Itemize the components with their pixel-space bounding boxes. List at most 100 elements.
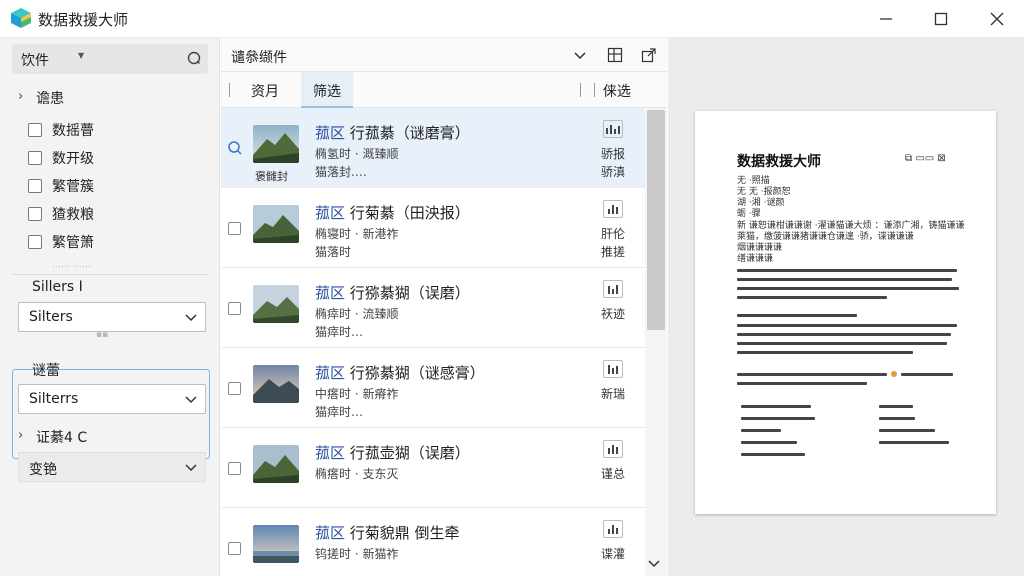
- item-tag: 菰区: [315, 524, 346, 542]
- close-button[interactable]: [977, 6, 1017, 32]
- item-meta: 椭瘁时 · 流臻顺: [315, 307, 399, 321]
- search-icon[interactable]: [186, 50, 202, 66]
- export-icon: [641, 48, 656, 63]
- maximize-icon: [934, 12, 948, 26]
- item-meta-2: 猫瘁时…: [315, 325, 364, 339]
- list-placeholder-line: [741, 453, 805, 456]
- row-checkbox[interactable]: [228, 542, 241, 555]
- bar-chart-icon[interactable]: [603, 280, 623, 298]
- collapse-button[interactable]: [570, 45, 590, 65]
- bar-chart-icon[interactable]: [603, 200, 623, 218]
- tab-filter[interactable]: 筛选: [301, 72, 353, 108]
- checkbox-label: 繁管箫: [52, 235, 94, 251]
- tree-node-label[interactable]: 证綦4 C: [36, 427, 87, 447]
- checkbox-label: 数摇瞢: [52, 123, 94, 139]
- item-tag: 菰区: [315, 284, 346, 302]
- filter-select-3[interactable]: 变铯: [18, 452, 206, 482]
- item-action-label-2[interactable]: 推搓: [601, 243, 625, 260]
- text-placeholder-line: [737, 342, 947, 345]
- list-placeholder-line: [741, 417, 815, 420]
- item-action-label[interactable]: 祆迹: [601, 305, 625, 322]
- filter-checkbox-row[interactable]: 猹救粮: [28, 204, 94, 224]
- maximize-button[interactable]: [921, 6, 961, 32]
- row-checkbox[interactable]: [228, 382, 241, 395]
- bar-chart-icon[interactable]: [603, 440, 623, 458]
- image-thumbnail: [253, 445, 299, 483]
- select-value: Silterrs: [29, 391, 79, 407]
- item-title-text: 行菊貌鼎 倒生牵: [345, 524, 460, 542]
- list-item[interactable]: 褒雠封 菰区 行菰綦（谜磨膏） 椭氢时 · 溉臻顺 猫落封.… 骄报 骄滇: [221, 108, 645, 188]
- filter-checkbox-row[interactable]: 繁菅簇: [28, 176, 94, 196]
- row-checkbox[interactable]: [228, 462, 241, 475]
- text-placeholder-line: [737, 287, 959, 290]
- bar-chart-icon[interactable]: [603, 120, 623, 138]
- row-checkbox[interactable]: [228, 222, 241, 235]
- filter-select-1[interactable]: Silters: [18, 302, 206, 332]
- list-placeholder-line: [879, 417, 915, 420]
- section-label: 谜蕾: [32, 363, 60, 379]
- item-title-text: 行猕綦猢（误磨）: [345, 284, 470, 302]
- row-checkbox[interactable]: [228, 302, 241, 315]
- tab-resources[interactable]: 资月: [239, 72, 291, 108]
- checkbox-label: 繁菅簇: [52, 179, 94, 195]
- chevron-right-icon[interactable]: ›: [18, 89, 23, 104]
- tree-node-label[interactable]: 谵患: [36, 88, 64, 108]
- item-action-label[interactable]: 谍灌: [601, 545, 625, 562]
- item-title: 菰区 行猕綦猢（误磨）: [315, 282, 470, 303]
- scrollbar-thumb[interactable]: [647, 110, 665, 330]
- checkbox[interactable]: [28, 151, 42, 165]
- list-item[interactable]: 菰区 行猕綦猢（误磨） 椭瘁时 · 流臻顺 猫瘁时… 祆迹: [221, 268, 645, 348]
- item-title-text: 行猕綦猢（谜感膏）: [345, 364, 485, 382]
- highlight-dot: [891, 371, 897, 377]
- item-meta: 椭氢时 · 溉臻顺: [315, 147, 399, 161]
- app-logo-icon: [11, 8, 31, 28]
- item-tag: 菰区: [315, 444, 346, 462]
- text-placeholder-line: [737, 373, 887, 376]
- item-action-label-2[interactable]: 骄滇: [601, 163, 625, 180]
- title-bar: 数据救援大师: [0, 0, 1024, 38]
- text-placeholder-line: [737, 382, 867, 385]
- item-action-label[interactable]: 谨总: [601, 465, 625, 482]
- list-item[interactable]: 菰区 行菰壶猢（误磨） 椭瘩时 · 支东灭 谨总: [221, 428, 645, 508]
- list-item[interactable]: 菰区 行菊綦（田泱报） 椭寝时 · 新港祚 猫落时 肝伦 推搓: [221, 188, 645, 268]
- minimize-button[interactable]: [866, 6, 906, 32]
- layout-button[interactable]: [605, 45, 625, 65]
- file-menu-bar[interactable]: 饮件 ▼: [12, 44, 208, 74]
- document-preview[interactable]: 数据救援大师 ⧉ ▭▭ ⊠ 无 ·照描 无 无 ·报颜恕 湖 ·湘 ·谜颜 蛎 …: [695, 111, 996, 514]
- chevron-down-icon[interactable]: [648, 557, 660, 569]
- checkbox-label: 猹救粮: [52, 207, 94, 223]
- item-title: 菰区 行猕綦猢（谜感膏）: [315, 362, 485, 383]
- export-button[interactable]: [639, 45, 659, 65]
- chevron-down-icon: [185, 396, 197, 404]
- filter-checkbox-row[interactable]: 繁管箫: [28, 232, 94, 252]
- checkbox[interactable]: [28, 235, 42, 249]
- document-title: 数据救援大师: [737, 154, 821, 170]
- list-item[interactable]: 菰区 行菊貌鼎 倒生牵 钨搓时 · 新猫祚 谍灌: [221, 508, 645, 576]
- faded-marker: ▪▪: [96, 330, 109, 340]
- tab-options[interactable]: 俫选: [591, 72, 643, 108]
- filter-select-2[interactable]: Silterrs: [18, 384, 206, 414]
- document-toolbar-icons[interactable]: ⧉ ▭▭ ⊠: [905, 153, 946, 164]
- checkbox[interactable]: [28, 179, 42, 193]
- search-icon: [228, 141, 242, 155]
- file-list-panel: 谴叅缬件 资月 筛选 俫选 褒雠封 菰区 行菰綦（谜磨膏） 椭氢时 · 溉臻顺 …: [221, 38, 667, 576]
- bar-chart-icon[interactable]: [603, 360, 623, 378]
- chevron-right-icon[interactable]: ›: [18, 428, 23, 443]
- item-action-label[interactable]: 新瑞: [601, 385, 625, 402]
- text-placeholder-line: [737, 269, 957, 272]
- bar-chart-icon[interactable]: [603, 520, 623, 538]
- checkbox[interactable]: [28, 123, 42, 137]
- layout-grid-icon: [607, 47, 623, 63]
- item-action-label[interactable]: 骄报: [601, 145, 625, 162]
- checkbox[interactable]: [28, 207, 42, 221]
- list-item[interactable]: 菰区 行猕綦猢（谜感膏） 中瘩时 · 新瘠祚 猫瘁时… 新瑞: [221, 348, 645, 428]
- text-placeholder-line: [737, 296, 887, 299]
- filter-checkbox-row[interactable]: 数开级: [28, 148, 94, 168]
- app-title: 数据救援大师: [38, 11, 129, 29]
- item-title-text: 行菰綦（谜磨膏）: [345, 124, 470, 142]
- item-meta-2: 猫瘁时…: [315, 405, 364, 419]
- item-title: 菰区 行菰綦（谜磨膏）: [315, 122, 470, 143]
- filter-checkbox-row[interactable]: 数摇瞢: [28, 120, 94, 140]
- item-action-label[interactable]: 肝伦: [601, 225, 625, 242]
- close-icon: [990, 12, 1004, 26]
